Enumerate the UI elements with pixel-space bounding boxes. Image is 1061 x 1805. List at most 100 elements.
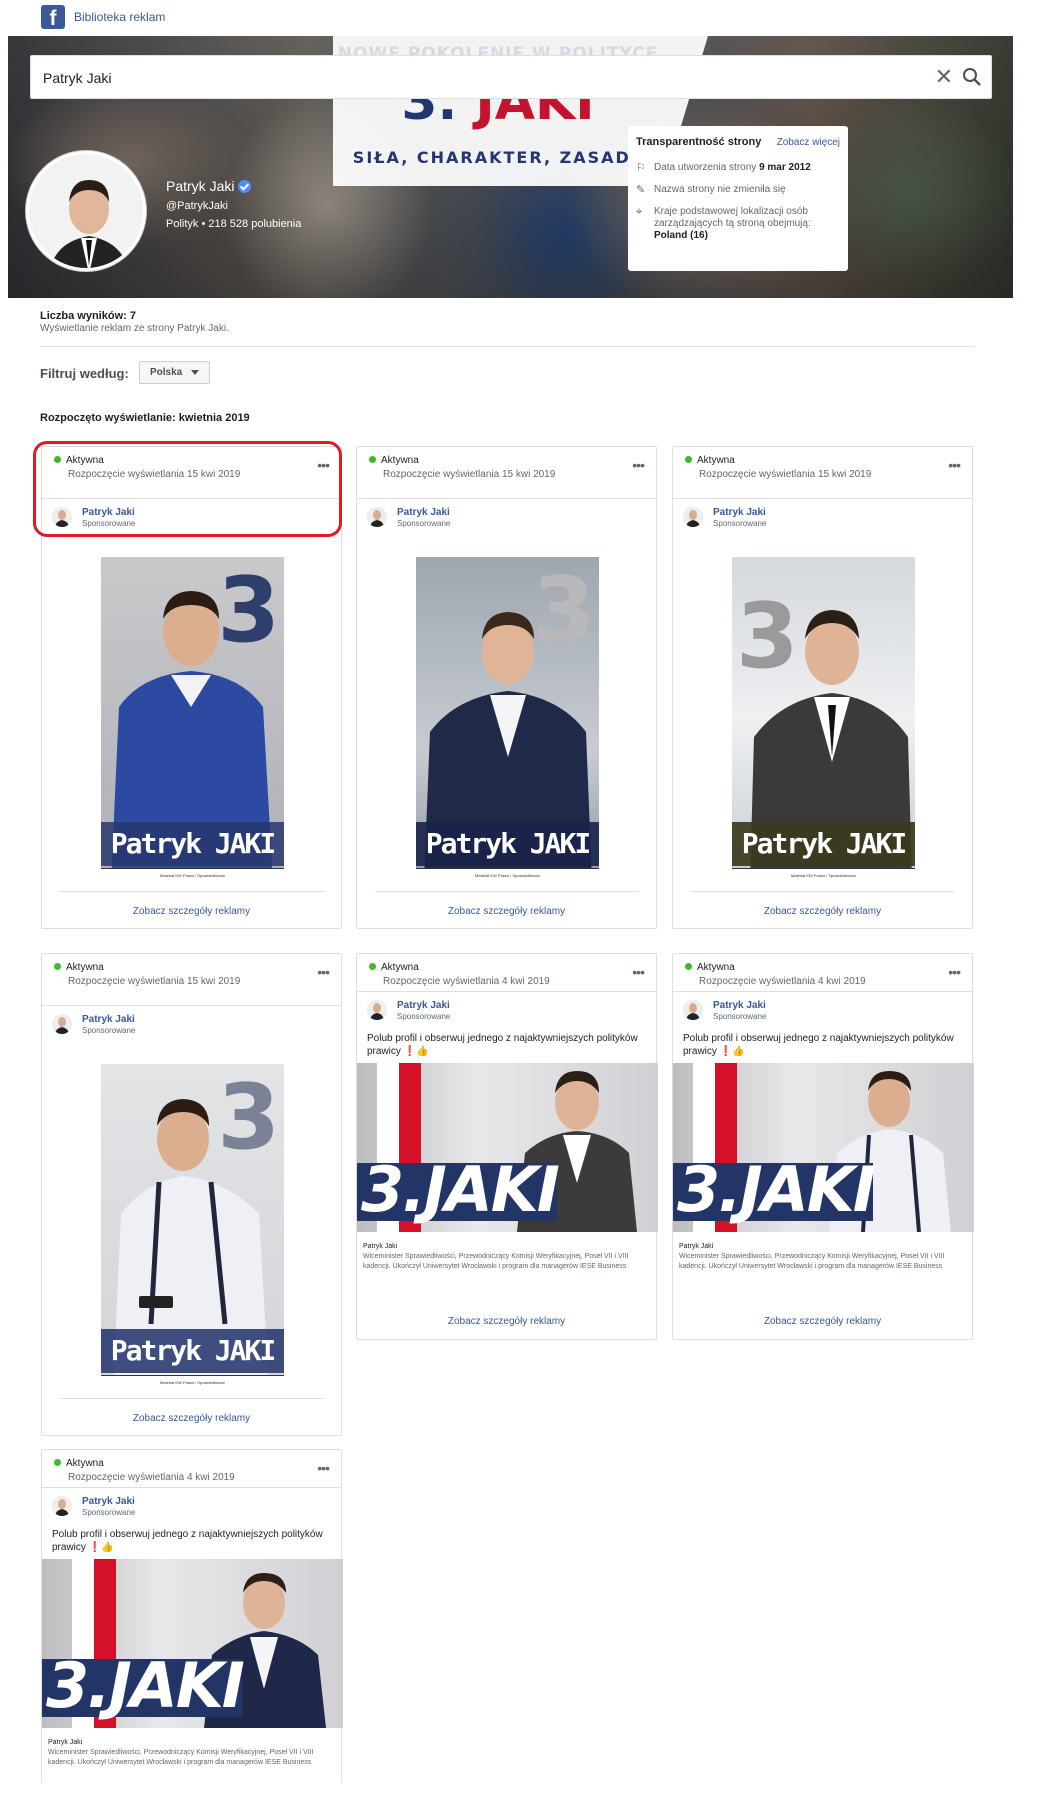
see-more-link[interactable]: Zobacz więcej xyxy=(777,137,840,148)
edit-icon: ✎ xyxy=(636,184,646,196)
sponsored-label: Sponsorowane xyxy=(82,1026,136,1035)
results-summary: Liczba wyników: 7 Wyświetlanie reklam ze… xyxy=(40,310,229,334)
location-row: ⌖ Kraje podstawowej lokalizacji osób zarz… xyxy=(636,206,811,241)
ad-caption: Patryk Jaki Wiceminister Sprawiedliwości,… xyxy=(679,1243,945,1270)
more-options-icon[interactable]: ••• xyxy=(948,964,961,980)
advertiser-row: Patryk Jaki Sponsorowane xyxy=(42,1488,341,1524)
ad-image[interactable]: 3.JAKI xyxy=(673,1063,974,1232)
poster-digit: 3 xyxy=(217,1065,280,1170)
avatar[interactable] xyxy=(52,1014,72,1034)
advertiser-row: Patryk Jaki Sponsorowane xyxy=(673,992,972,1028)
advertiser-name[interactable]: Patryk Jaki xyxy=(82,507,135,518)
avatar[interactable] xyxy=(683,507,703,527)
advertiser-row: Patryk Jaki Sponsorowane xyxy=(357,992,656,1028)
status-badge: Aktywna xyxy=(685,455,735,466)
advertiser-name[interactable]: Patryk Jaki xyxy=(82,1496,135,1507)
ad-image[interactable]: 3 Patryk JAKI Materiał KW Prawo i Sprawi… xyxy=(101,557,284,882)
search-input[interactable] xyxy=(43,66,923,90)
more-options-icon[interactable]: ••• xyxy=(317,964,330,980)
start-date: Rozpoczęcie wyświetlania 15 kwi 2019 xyxy=(68,469,241,480)
advertiser-row: Patryk Jaki Sponsorowane xyxy=(42,499,341,535)
status-badge: Aktywna xyxy=(54,962,104,973)
poster-name: Patryk JAKI xyxy=(732,822,915,866)
sponsored-label: Sponsorowane xyxy=(713,1012,767,1021)
see-ad-details-link[interactable]: Zobacz szczegóły reklamy xyxy=(673,906,972,917)
poster-footer: Materiał KW Prawo i Sprawiedliwość xyxy=(416,868,599,882)
avatar[interactable] xyxy=(52,507,72,527)
avatar[interactable] xyxy=(367,1000,387,1020)
ad-card: Aktywna Rozpoczęcie wyświetlania 15 kwi … xyxy=(41,953,342,1436)
poster-digit: 3 xyxy=(736,584,799,689)
see-ad-details-link[interactable]: Zobacz szczegóły reklamy xyxy=(357,906,656,917)
start-date: Rozpoczęcie wyświetlania 4 kwi 2019 xyxy=(699,976,866,987)
top-bar: f Biblioteka reklam xyxy=(0,0,1061,36)
ad-card: Aktywna Rozpoczęcie wyświetlania 15 kwi … xyxy=(672,446,973,929)
avatar[interactable] xyxy=(367,507,387,527)
search-icon[interactable] xyxy=(961,66,983,88)
ad-caption: Patryk Jaki Wiceminister Sprawiedliwości,… xyxy=(363,1243,629,1270)
ad-card-header: Aktywna Rozpoczęcie wyświetlania 4 kwi 2… xyxy=(42,1450,341,1488)
ad-image[interactable]: 3 Patryk JAKI Materiał KW Prawo i Sprawi… xyxy=(416,557,599,882)
advertiser-name[interactable]: Patryk Jaki xyxy=(713,1000,766,1011)
status-badge: Aktywna xyxy=(369,962,419,973)
poster-digit: 3 xyxy=(532,558,595,663)
divider xyxy=(40,346,974,347)
active-dot-icon xyxy=(54,963,61,970)
page-avatar[interactable] xyxy=(26,151,146,271)
banner-slogan: SIŁA, CHARAKTER, ZASADY xyxy=(352,148,644,167)
app-title[interactable]: Biblioteka reklam xyxy=(74,10,165,24)
country-filter-dropdown[interactable]: Polska xyxy=(139,361,210,384)
name-change-row: ✎ Nazwa strony nie zmieniła się xyxy=(636,184,786,196)
ad-body-text: Polub profil i obserwuj jednego z najakt… xyxy=(52,1529,323,1553)
avatar[interactable] xyxy=(683,1000,703,1020)
more-options-icon[interactable]: ••• xyxy=(632,964,645,980)
status-badge: Aktywna xyxy=(54,455,104,466)
ad-card: Aktywna Rozpoczęcie wyświetlania 15 kwi … xyxy=(356,446,657,929)
active-dot-icon xyxy=(54,456,61,463)
more-options-icon[interactable]: ••• xyxy=(632,457,645,473)
results-count: Liczba wyników: 7 xyxy=(40,310,136,322)
advertiser-name[interactable]: Patryk Jaki xyxy=(397,1000,450,1011)
active-dot-icon xyxy=(685,963,692,970)
ad-card-header: Aktywna Rozpoczęcie wyświetlania 4 kwi 2… xyxy=(673,954,972,992)
ad-caption: Patryk Jaki Wiceminister Sprawiedliwości,… xyxy=(48,1739,314,1766)
active-dot-icon xyxy=(685,456,692,463)
active-dot-icon xyxy=(369,963,376,970)
sponsored-label: Sponsorowane xyxy=(397,519,451,528)
ad-body-text: Polub profil i obserwuj jednego z najakt… xyxy=(367,1033,638,1057)
ad-card: Aktywna Rozpoczęcie wyświetlania 15 kwi … xyxy=(41,446,342,929)
ad-image-text: 3.JAKI xyxy=(361,1153,560,1226)
advertiser-row: Patryk Jaki Sponsorowane xyxy=(42,1006,341,1042)
page-category: Polityk • 218 528 polubienia xyxy=(166,218,302,230)
see-ad-details-link[interactable]: Zobacz szczegóły reklamy xyxy=(42,1413,341,1424)
start-date: Rozpoczęcie wyświetlania 4 kwi 2019 xyxy=(68,1472,235,1483)
ad-card-header: Aktywna Rozpoczęcie wyświetlania 15 kwi … xyxy=(673,447,972,499)
ad-image[interactable]: 3 Patryk JAKI Materiał KW Prawo i Sprawi… xyxy=(101,1064,284,1389)
ad-image-text: 3.JAKI xyxy=(46,1649,245,1722)
advertiser-name[interactable]: Patryk Jaki xyxy=(713,507,766,518)
more-options-icon[interactable]: ••• xyxy=(317,1460,330,1476)
see-ad-details-link[interactable]: Zobacz szczegóły reklamy xyxy=(673,1316,972,1327)
avatar[interactable] xyxy=(52,1496,72,1516)
ad-image[interactable]: 3 Patryk JAKI Materiał KW Prawo i Sprawi… xyxy=(732,557,915,882)
more-options-icon[interactable]: ••• xyxy=(317,457,330,473)
ad-image[interactable]: 3.JAKI xyxy=(357,1063,658,1232)
start-date: Rozpoczęcie wyświetlania 15 kwi 2019 xyxy=(699,469,872,480)
more-options-icon[interactable]: ••• xyxy=(948,457,961,473)
divider xyxy=(375,891,639,892)
flag-icon: ⚐ xyxy=(636,162,646,174)
advertiser-name[interactable]: Patryk Jaki xyxy=(82,1014,135,1025)
advertiser-name[interactable]: Patryk Jaki xyxy=(397,507,450,518)
page-name[interactable]: Patryk Jaki xyxy=(166,178,252,194)
see-ad-details-link[interactable]: Zobacz szczegóły reklamy xyxy=(42,906,341,917)
facebook-logo-icon[interactable]: f xyxy=(41,5,65,29)
ad-card: Aktywna Rozpoczęcie wyświetlania 4 kwi 2… xyxy=(41,1449,343,1783)
close-icon[interactable]: ✕ xyxy=(935,64,953,90)
section-title: Rozpoczęto wyświetlanie: kwietnia 2019 xyxy=(40,412,250,424)
sponsored-label: Sponsorowane xyxy=(713,519,767,528)
ad-card-header: Aktywna Rozpoczęcie wyświetlania 15 kwi … xyxy=(357,447,656,499)
created-row: ⚐ Data utworzenia strony 9 mar 2012 xyxy=(636,162,811,174)
ad-image[interactable]: 3.JAKI xyxy=(42,1559,343,1728)
divider xyxy=(60,1398,324,1399)
see-ad-details-link[interactable]: Zobacz szczegóły reklamy xyxy=(357,1316,656,1327)
